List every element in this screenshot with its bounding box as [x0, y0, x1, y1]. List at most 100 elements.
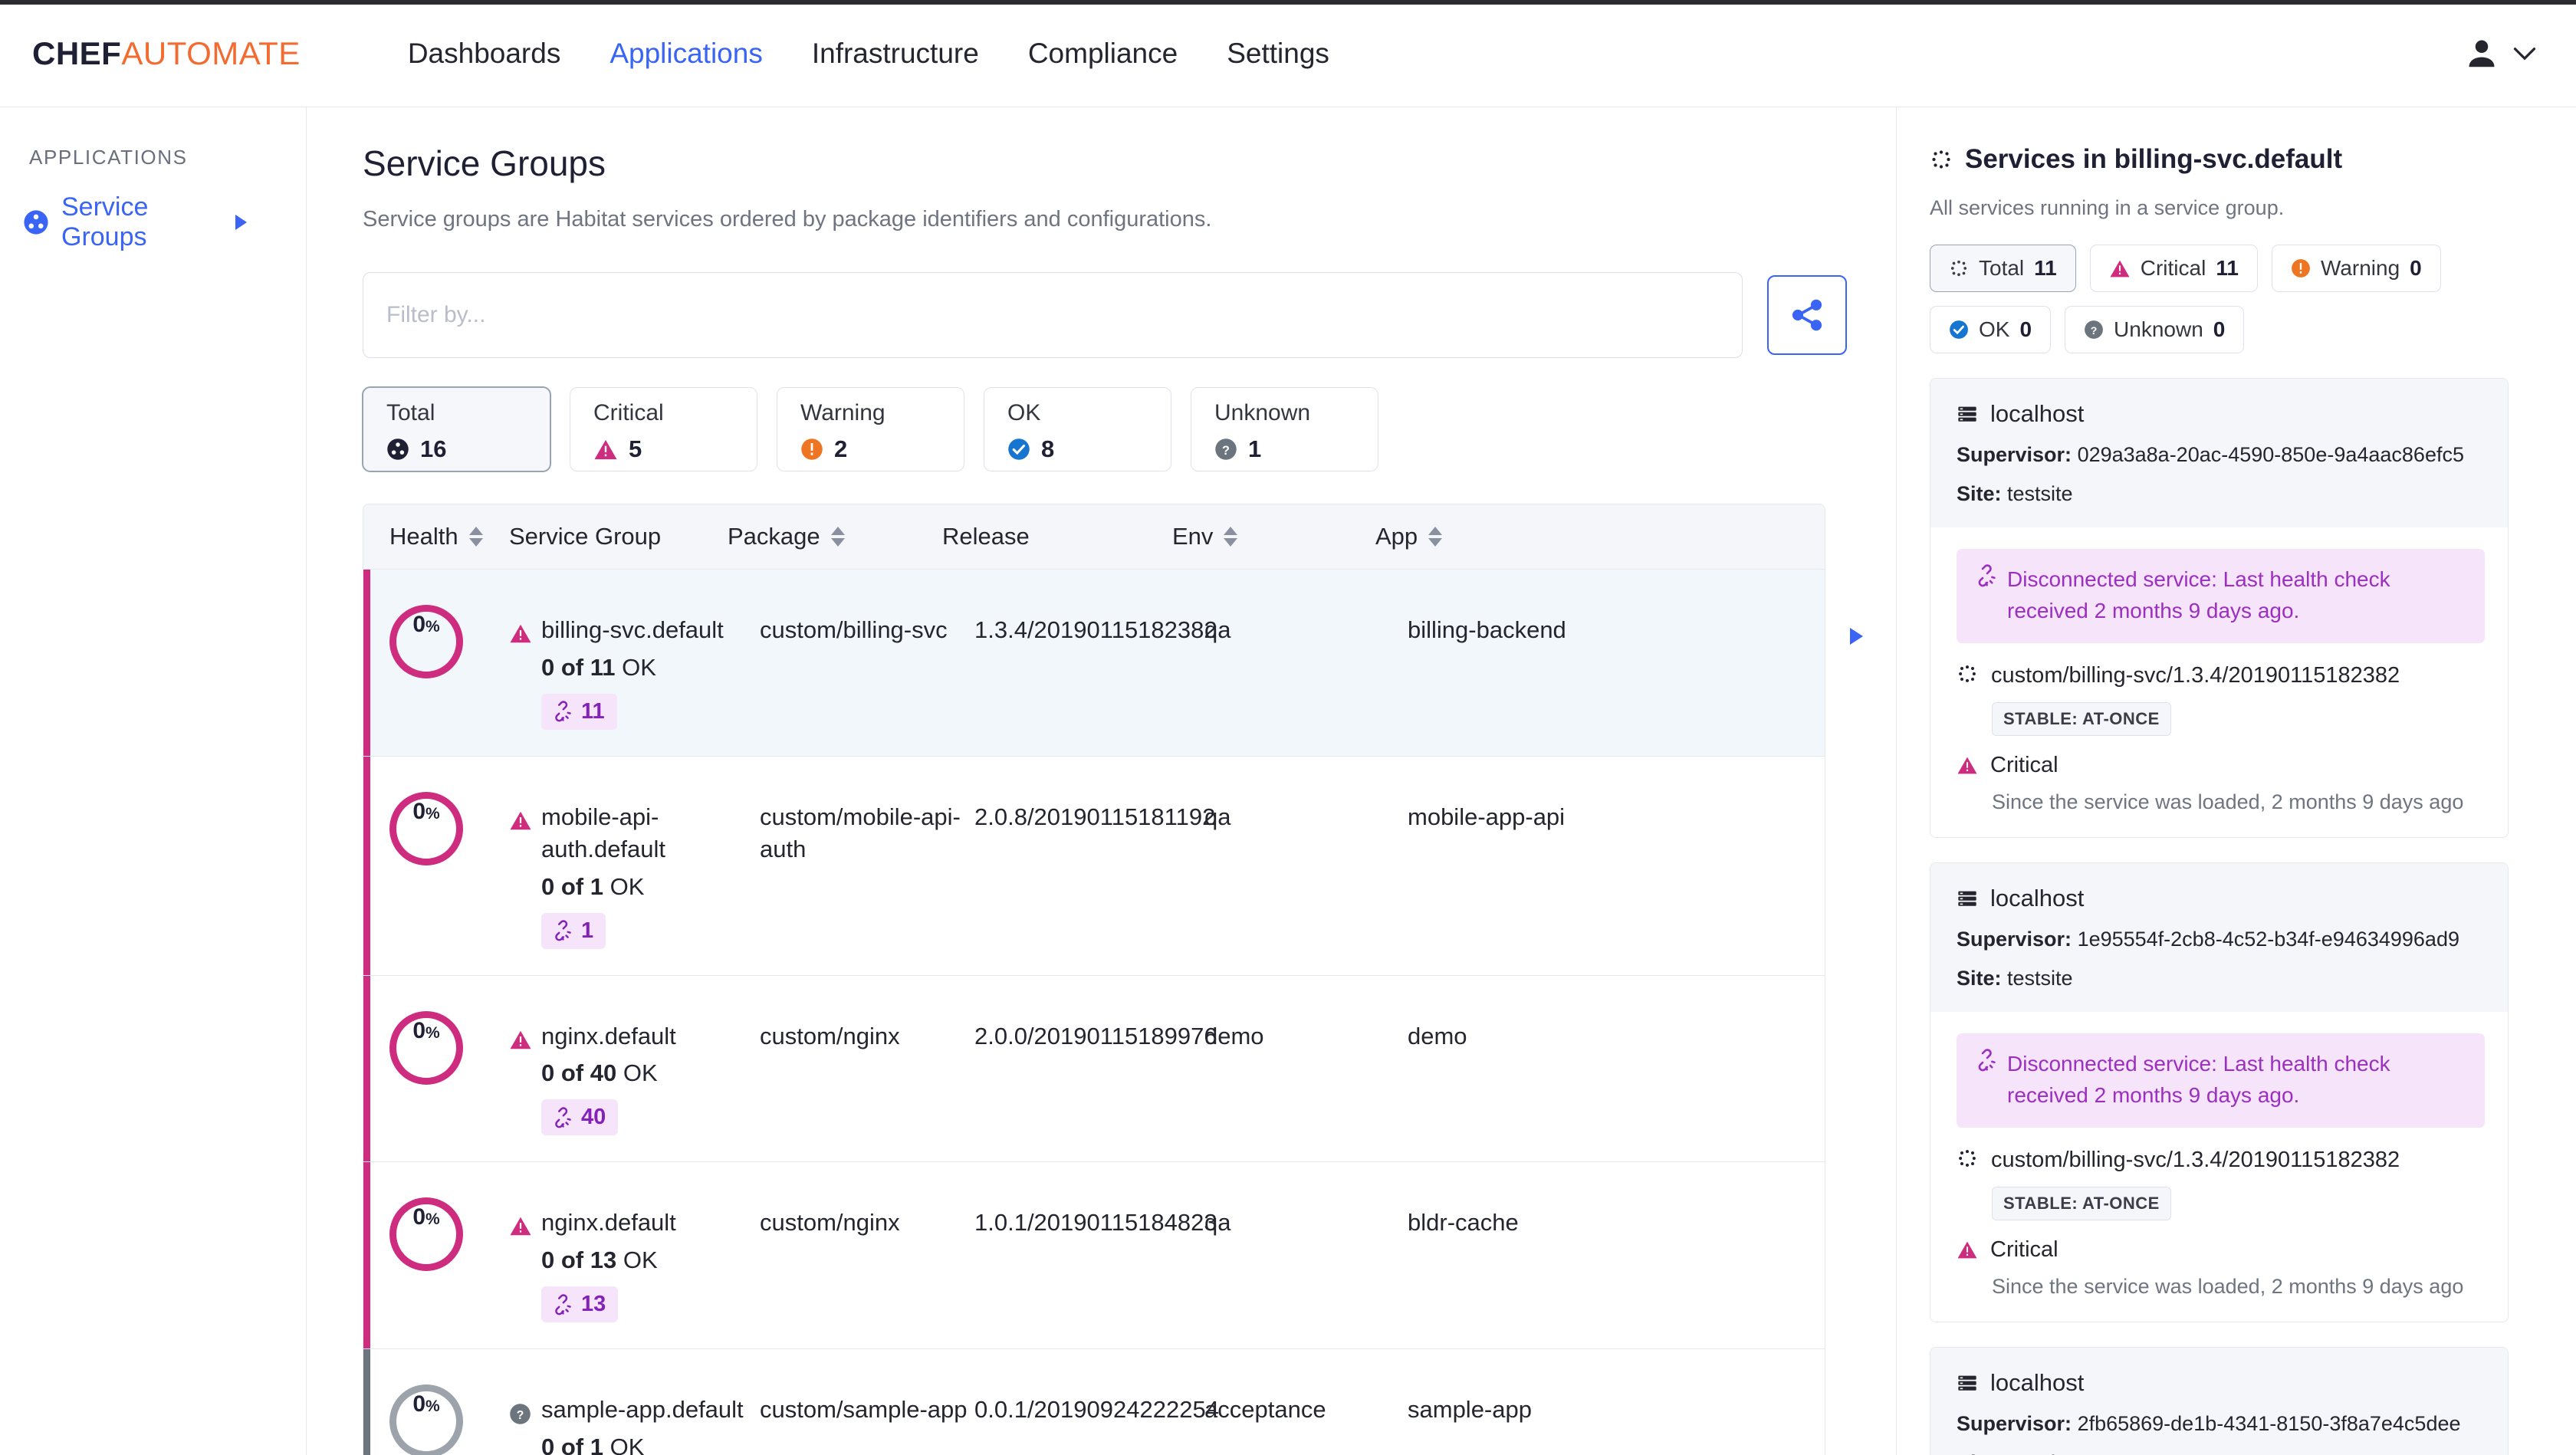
- column-header-health[interactable]: Health: [363, 523, 509, 550]
- disconnected-message: Disconnected service: Last health check …: [2007, 1052, 2390, 1107]
- table-row[interactable]: 0% nginx.default 0 of 40 OK 40 custom/ng…: [363, 975, 1825, 1163]
- cell-env: qa: [1204, 1209, 1231, 1237]
- service-group-icon: [1930, 148, 1953, 171]
- ok-count-value: 0 of 11: [541, 653, 616, 681]
- nav-item-dashboards[interactable]: Dashboards: [383, 38, 586, 70]
- app-logo[interactable]: CHEF AUTOMATE: [32, 35, 301, 72]
- table-row[interactable]: 0% billing-svc.default 0 of 11 OK 11 cus…: [363, 570, 1863, 757]
- row-severity-accent: [363, 1349, 370, 1455]
- ok-suffix: OK: [610, 1434, 645, 1455]
- service-card-header: localhost Supervisor: 2fb65869-de1b-4341…: [1930, 1348, 2508, 1455]
- health-donut: 0%: [363, 784, 509, 865]
- ok-count: 0 of 13 OK: [541, 1246, 760, 1274]
- service-package: custom/billing-svc/1.3.4/20190115182382: [1991, 663, 2400, 688]
- critical-icon: [1957, 756, 1978, 775]
- broken-link-icon: [550, 1293, 572, 1315]
- service-site: Site: testsite: [1957, 967, 2508, 990]
- pill-value: 0: [2019, 317, 2032, 341]
- svg-text:?: ?: [2091, 324, 2098, 337]
- supervisor-id: 1e95554f-2cb8-4c52-b34f-e94634996ad9: [2077, 928, 2459, 951]
- ok-suffix: OK: [622, 653, 656, 681]
- service-group-name: nginx.default: [541, 1022, 676, 1049]
- service-card-header: localhost Supervisor: 1e95554f-2cb8-4c52…: [1930, 863, 2508, 1013]
- disconnected-chip: 11: [541, 693, 617, 730]
- sidebar-item-service-groups[interactable]: Service Groups: [23, 192, 276, 252]
- service-card[interactable]: localhost Supervisor: 1e95554f-2cb8-4c52…: [1930, 862, 2509, 1323]
- status-card-total[interactable]: Total 16: [363, 387, 550, 471]
- severity-icon-critical: [509, 1190, 541, 1237]
- critical-icon: [2109, 259, 2131, 278]
- status-card-unknown[interactable]: Unknown ? 1: [1191, 387, 1378, 471]
- supervisor-label: Supervisor:: [1957, 928, 2072, 951]
- status-card-value: 16: [420, 435, 447, 462]
- nav-item-applications[interactable]: Applications: [585, 38, 787, 70]
- service-host-name: localhost: [1990, 400, 2085, 427]
- panel-pill-warning[interactable]: Warning 0: [2271, 245, 2441, 292]
- status-card-value: 8: [1041, 435, 1055, 462]
- panel-pill-unknown[interactable]: ? Unknown 0: [2065, 306, 2245, 353]
- service-card[interactable]: localhost Supervisor: 2fb65869-de1b-4341…: [1930, 1347, 2509, 1455]
- ok-count-value: 0 of 13: [541, 1246, 617, 1274]
- cell-release: 0.0.1/20190924222254: [974, 1396, 1219, 1424]
- service-health-line: Critical: [1957, 1237, 2485, 1263]
- table-row[interactable]: 0% mobile-api-auth.default 0 of 1 OK 1 c…: [363, 756, 1825, 976]
- user-icon: [2464, 36, 2499, 71]
- pill-label: Critical: [2140, 256, 2206, 280]
- status-card-label: Critical: [593, 400, 664, 425]
- status-card-warning[interactable]: Warning 2: [777, 387, 964, 471]
- filter-input[interactable]: [363, 272, 1743, 358]
- supervisor-id: 029a3a8a-20ac-4590-850e-9a4aac86efc5: [2077, 443, 2464, 466]
- site-value: testsite: [2007, 1451, 2073, 1455]
- status-card-value: 2: [834, 435, 848, 462]
- side-panel-subtitle: All services running in a service group.: [1930, 196, 2285, 219]
- service-card-header: localhost Supervisor: 029a3a8a-20ac-4590…: [1930, 379, 2508, 527]
- cell-app: bldr-cache: [1408, 1209, 1519, 1237]
- side-panel-title-text: Services in billing-svc.default: [1965, 144, 2343, 174]
- donut-ring: 0%: [389, 1197, 463, 1272]
- column-header-service-group[interactable]: Service Group: [509, 523, 728, 550]
- ok-suffix: OK: [623, 1246, 658, 1274]
- site-label: Site:: [1957, 967, 2002, 990]
- column-header-release[interactable]: Release: [942, 523, 1172, 550]
- channel-tag: STABLE: AT-ONCE: [1992, 702, 2171, 737]
- nav-item-compliance[interactable]: Compliance: [1004, 38, 1202, 70]
- disconnected-banner: Disconnected service: Last health check …: [1957, 1033, 2485, 1128]
- row-severity-accent: [363, 756, 370, 975]
- service-host: localhost: [1957, 1369, 2508, 1397]
- panel-pill-ok[interactable]: OK 0: [1930, 306, 2052, 353]
- status-card-critical[interactable]: Critical 5: [570, 387, 757, 471]
- ok-count-value: 0 of 40: [541, 1059, 617, 1087]
- logo-chef-text: CHEF: [32, 34, 122, 71]
- service-host-name: localhost: [1990, 1369, 2085, 1397]
- service-supervisor: Supervisor: 029a3a8a-20ac-4590-850e-9a4a…: [1957, 443, 2508, 467]
- nav-item-infrastructure[interactable]: Infrastructure: [787, 38, 1004, 70]
- share-button[interactable]: [1767, 275, 1847, 355]
- panel-pill-total[interactable]: Total 11: [1930, 245, 2076, 292]
- column-header-env[interactable]: Env: [1172, 523, 1375, 550]
- cell-package: custom/billing-svc: [760, 616, 948, 643]
- ok-count: 0 of 1 OK: [541, 1434, 760, 1455]
- user-menu-button[interactable]: [2464, 36, 2536, 71]
- row-expand-caret-icon[interactable]: [1850, 628, 1863, 645]
- status-card-ok[interactable]: OK 8: [984, 387, 1171, 471]
- health-donut: 0%: [363, 1003, 509, 1085]
- cell-app: demo: [1408, 1022, 1467, 1049]
- primary-nav: Dashboards Applications Infrastructure C…: [383, 38, 1354, 70]
- table-header-row: Health Service Group Package Release Env…: [363, 504, 1825, 570]
- unknown-icon: ?: [2084, 320, 2104, 340]
- column-header-package[interactable]: Package: [728, 523, 942, 550]
- service-card[interactable]: localhost Supervisor: 029a3a8a-20ac-4590…: [1930, 378, 2509, 839]
- column-label: Env: [1172, 523, 1214, 550]
- total-icon: [1949, 258, 1969, 278]
- status-card-label: Total: [386, 400, 435, 425]
- page-subtitle: Service groups are Habitat services orde…: [363, 207, 1212, 232]
- main-content: Service Groups Service groups are Habita…: [307, 107, 1897, 1455]
- cell-package: custom/mobile-api-auth: [760, 803, 961, 862]
- nav-item-settings[interactable]: Settings: [1202, 38, 1354, 70]
- column-header-app[interactable]: App: [1375, 523, 1605, 550]
- table-row[interactable]: 0% nginx.default 0 of 13 OK 13 custom/ng…: [363, 1162, 1825, 1350]
- column-label: Package: [728, 523, 820, 550]
- service-group-name: billing-svc.default: [541, 616, 724, 643]
- table-row[interactable]: 0% ? sample-app.default 0 of 1 OK 1 cust…: [363, 1349, 1825, 1455]
- panel-pill-critical[interactable]: Critical 11: [2089, 245, 2258, 292]
